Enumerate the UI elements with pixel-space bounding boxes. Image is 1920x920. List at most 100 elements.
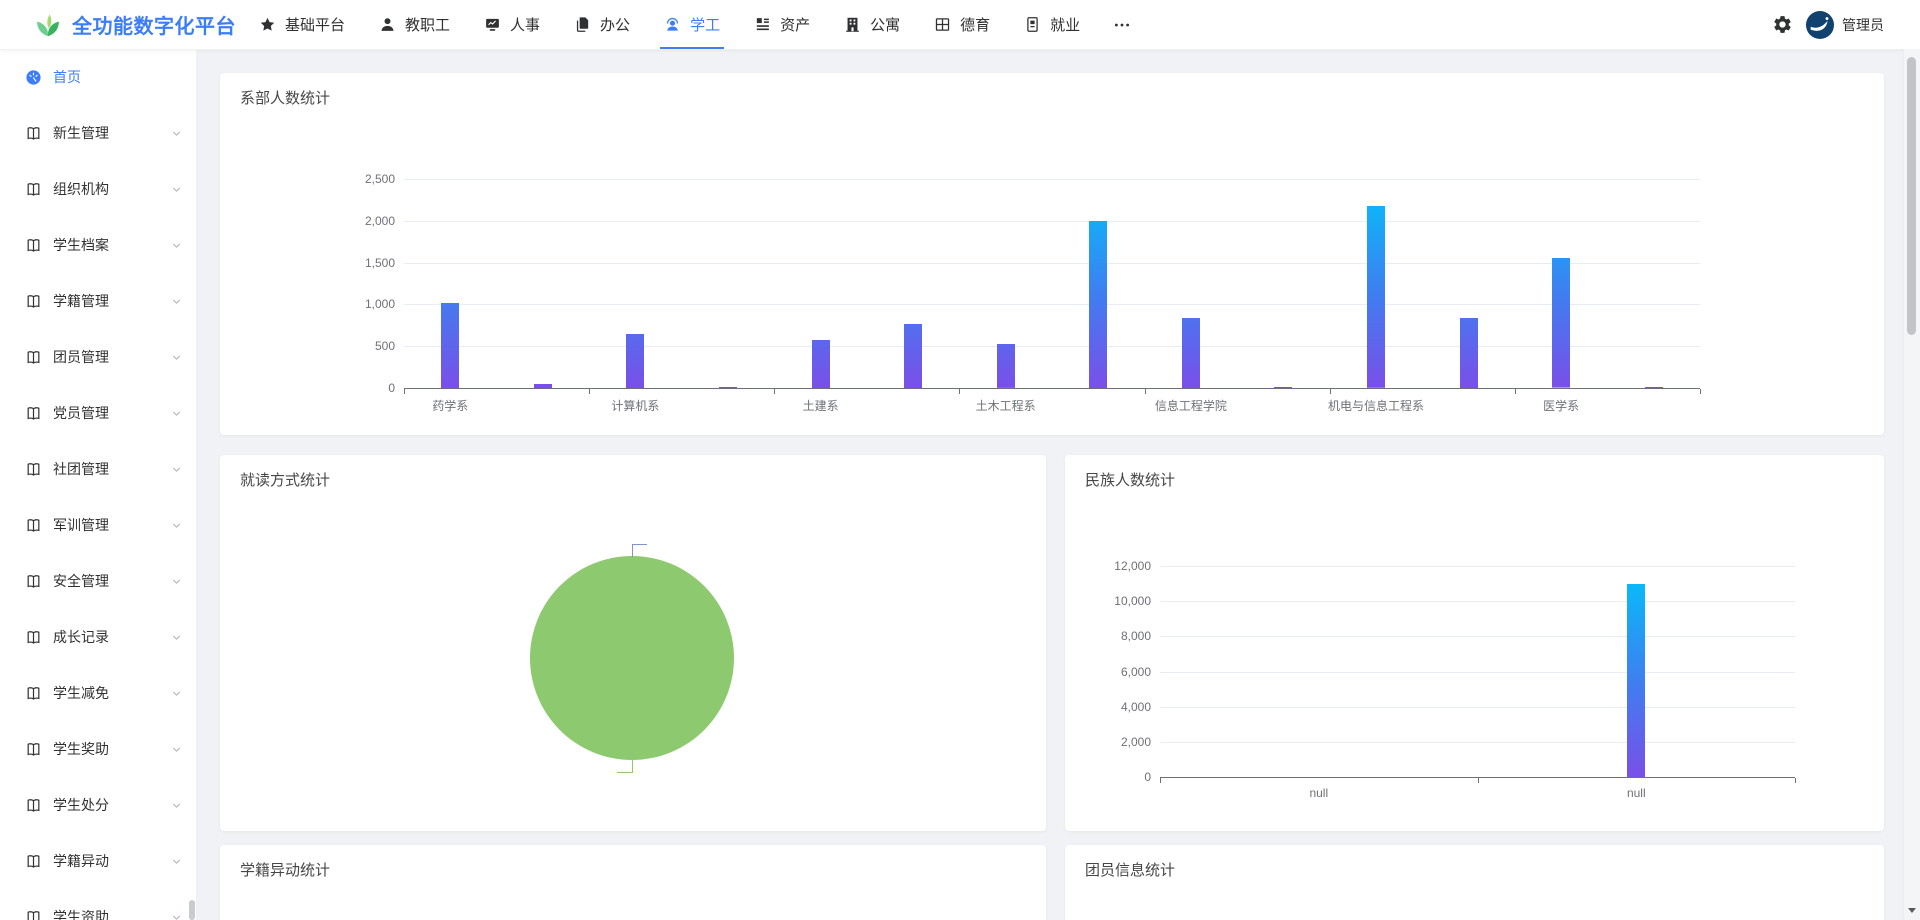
tab-moral-education[interactable]: 德育 (917, 0, 1007, 49)
sidebar-item-freshman-management[interactable]: 新生管理 (0, 105, 196, 161)
card-department-stats: 系部人数统计 05001,0001,5002,0002,500药学系计算机系土建… (220, 73, 1884, 435)
sidebar-item-status-change[interactable]: 学籍异动 (0, 833, 196, 889)
tab-assets[interactable]: 资产 (737, 0, 827, 49)
book-icon (25, 797, 42, 814)
book-icon (25, 853, 42, 870)
study-mode-pie-chart (220, 455, 1046, 831)
department-bar-chart: 05001,0001,5002,0002,500药学系计算机系土建系土木工程系信… (220, 73, 1884, 435)
sidebar-item-label: 党员管理 (53, 403, 171, 423)
x-axis-tick (1515, 389, 1516, 394)
brand-title: 全功能数字化平台 (72, 10, 236, 39)
pie-label-line-bottom (617, 760, 633, 773)
y-axis-label: 12,000 (1079, 559, 1151, 573)
sidebar-item-safety-management[interactable]: 安全管理 (0, 553, 196, 609)
student-icon (664, 16, 681, 33)
tab-employment[interactable]: 就业 (1007, 0, 1097, 49)
sidebar-item-student-archives[interactable]: 学生档案 (0, 217, 196, 273)
bar-药学系 (441, 303, 459, 388)
book-icon (25, 517, 42, 534)
sidebar-item-student-status[interactable]: 学籍管理 (0, 273, 196, 329)
dashboard-icon (25, 69, 42, 86)
x-axis-tick (1478, 778, 1479, 783)
bar-series-1 (534, 384, 552, 388)
x-axis-tick (1795, 778, 1796, 783)
sidebar-item-home[interactable]: 首页 (0, 49, 196, 105)
tab-label: 学工 (690, 14, 720, 35)
book-icon (25, 909, 42, 920)
sidebar-item-label: 军训管理 (53, 515, 171, 535)
sprout-logo-icon (33, 10, 63, 40)
star-icon (259, 16, 276, 33)
tab-label: 办公 (600, 14, 630, 35)
x-axis-tick (774, 389, 775, 394)
top-bar: 全功能数字化平台 基础平台教职工 人事 办公 学工资产公寓德育 就业 管理员 (0, 0, 1920, 50)
x-axis-tick (589, 389, 590, 394)
sidebar-item-club-management[interactable]: 社团管理 (0, 441, 196, 497)
sidebar-item-student-award[interactable]: 学生奖助 (0, 721, 196, 777)
chevron-down-icon (171, 128, 182, 139)
book-icon (25, 573, 42, 590)
y-axis-label: 2,000 (323, 214, 395, 228)
sidebar-item-student-aid[interactable]: 学生资助 (0, 889, 196, 920)
book-icon (25, 405, 42, 422)
book-icon (25, 685, 42, 702)
book-icon (25, 461, 42, 478)
y-axis-label: 0 (1079, 770, 1151, 784)
chevron-down-icon (171, 464, 182, 475)
chevron-down-icon (171, 856, 182, 867)
sidebar-item-label: 首页 (53, 67, 182, 87)
x-axis-tick (1160, 778, 1161, 783)
sidebar-item-student-reduction[interactable]: 学生减免 (0, 665, 196, 721)
username: 管理员 (1842, 15, 1884, 35)
y-axis-label: 10,000 (1079, 594, 1151, 608)
bar-医学系 (1552, 258, 1570, 388)
sidebar-item-label: 学生奖助 (53, 739, 171, 759)
chart-title: 民族人数统计 (1085, 469, 1175, 490)
bar-series-3 (719, 387, 737, 388)
sidebar-menu: 首页新生管理组织机构学生档案学籍管理团员管理党员管理社团管理军训管理安全管理成长… (0, 49, 196, 920)
more-icon (1113, 16, 1131, 34)
ethnicity-bar-chart: 02,0004,0006,0008,00010,00012,000nullnul… (1065, 455, 1884, 831)
sidebar-item-label: 学生减免 (53, 683, 171, 703)
chart-title: 就读方式统计 (240, 469, 330, 490)
avatar-swoosh-icon (1806, 11, 1834, 39)
settings-button[interactable] (1772, 14, 1793, 35)
grid-line (1160, 566, 1795, 567)
tab-apartment[interactable]: 公寓 (827, 0, 917, 49)
bar-series-13 (1645, 387, 1663, 388)
grid-line (1160, 636, 1795, 637)
sidebar-item-label: 学籍异动 (53, 851, 171, 871)
tabs-overflow-button[interactable] (1097, 16, 1147, 34)
sidebar-item-growth-record[interactable]: 成长记录 (0, 609, 196, 665)
tab-label: 人事 (510, 14, 540, 35)
sidebar-item-organization[interactable]: 组织机构 (0, 161, 196, 217)
chevron-down-icon (171, 184, 182, 195)
grid-line (404, 346, 1700, 347)
chevron-down-icon (171, 240, 182, 251)
tab-base-platform[interactable]: 基础平台 (242, 0, 362, 49)
bar-土木工程系 (997, 344, 1015, 388)
x-category-label: 信息工程学院 (1111, 397, 1271, 414)
pie-label-line-top (632, 544, 647, 557)
tab-student-affairs[interactable]: 学工 (647, 0, 737, 49)
scrollbar-down-arrow-icon[interactable] (1908, 908, 1916, 913)
tab-hr[interactable]: 人事 (467, 0, 557, 49)
person-icon (379, 16, 396, 33)
sidebar-item-label: 安全管理 (53, 571, 171, 591)
monitor-icon (484, 16, 501, 33)
card-status-change-stats: 学籍异动统计 (220, 845, 1046, 920)
sidebar-scrollbar-thumb[interactable] (189, 900, 195, 920)
sidebar-item-league-member[interactable]: 团员管理 (0, 329, 196, 385)
chevron-down-icon (171, 408, 182, 419)
sidebar-item-student-punishment[interactable]: 学生处分 (0, 777, 196, 833)
tab-staff[interactable]: 教职工 (362, 0, 467, 49)
user-menu[interactable]: 管理员 (1806, 11, 1884, 39)
tab-office[interactable]: 办公 (557, 0, 647, 49)
chevron-down-icon (171, 744, 182, 755)
sidebar-item-party-member[interactable]: 党员管理 (0, 385, 196, 441)
bar-土建系 (812, 340, 830, 388)
sidebar-item-military-training[interactable]: 军训管理 (0, 497, 196, 553)
tab-label: 就业 (1050, 14, 1080, 35)
avatar (1806, 11, 1834, 39)
scrollbar-thumb[interactable] (1907, 57, 1916, 335)
